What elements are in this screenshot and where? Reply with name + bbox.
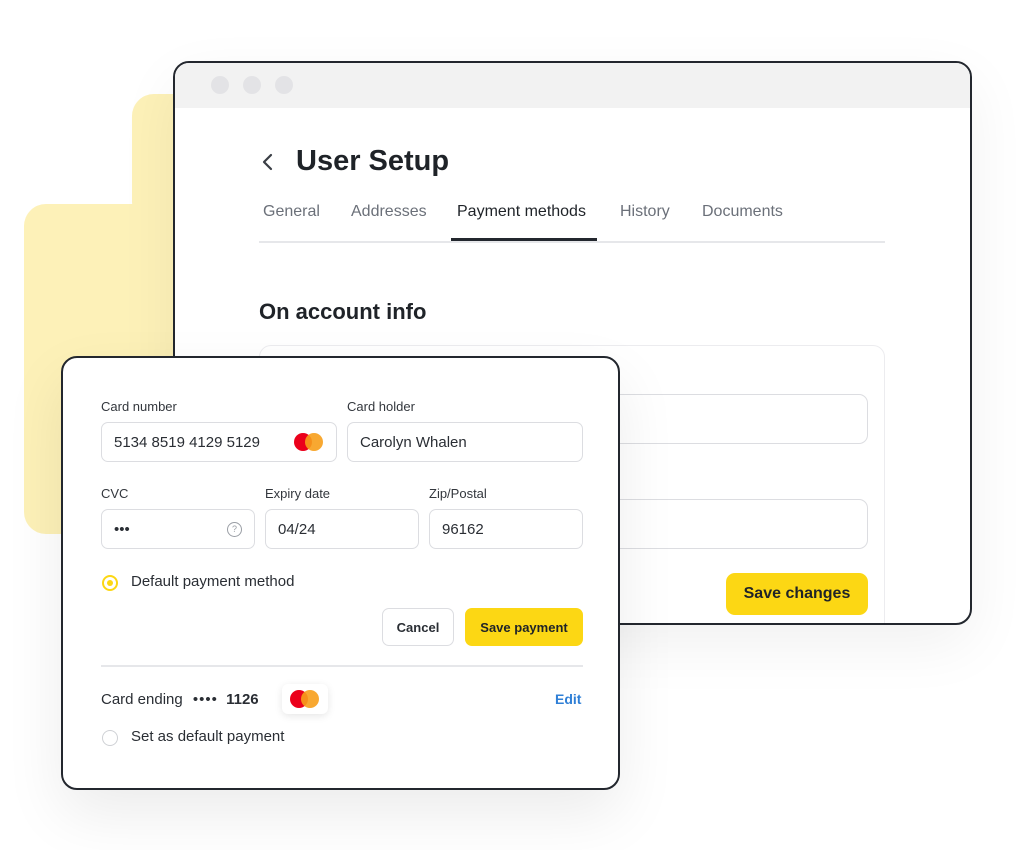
mastercard-icon — [282, 684, 328, 714]
card-holder-label: Card holder — [347, 399, 415, 414]
card-mask: •••• — [192, 691, 218, 708]
zip-postal-value: 96162 — [442, 520, 484, 538]
divider — [101, 665, 583, 667]
default-payment-radio[interactable] — [102, 575, 118, 591]
set-default-radio[interactable] — [102, 730, 118, 746]
default-payment-label: Default payment method — [131, 573, 295, 590]
chevron-left-icon[interactable] — [257, 151, 279, 173]
cvc-label: CVC — [101, 486, 129, 501]
account-info-input[interactable] — [610, 499, 868, 549]
question-circle-icon[interactable]: ? — [227, 521, 242, 537]
tab-general[interactable]: General — [263, 203, 320, 221]
account-info-input[interactable] — [610, 394, 868, 444]
edit-card-link[interactable]: Edit — [555, 691, 581, 707]
expiry-date-input[interactable]: 04/24 — [265, 509, 419, 549]
card-holder-input[interactable]: Carolyn Whalen — [347, 422, 583, 462]
tab-history[interactable]: History — [620, 203, 670, 221]
cancel-button[interactable]: Cancel — [382, 608, 454, 646]
card-last4: 1126 — [226, 691, 259, 708]
window-control-dot[interactable] — [211, 76, 229, 94]
section-title: On account info — [259, 299, 427, 324]
cvc-value: ••• — [114, 520, 130, 538]
zip-postal-input[interactable]: 96162 — [429, 509, 583, 549]
tab-bar: General Addresses Payment methods Histor… — [259, 195, 885, 243]
expiry-date-label: Expiry date — [265, 486, 331, 501]
zip-postal-label: Zip/Postal — [429, 486, 487, 501]
tab-payment-methods[interactable]: Payment methods — [457, 203, 586, 221]
page-title: User Setup — [296, 145, 450, 177]
active-tab-indicator — [451, 238, 597, 241]
card-number-label: Card number — [101, 399, 177, 414]
save-changes-button[interactable]: Save changes — [726, 573, 868, 615]
save-payment-button[interactable]: Save payment — [465, 608, 583, 646]
mastercard-icon — [294, 433, 324, 451]
set-default-label: Set as default payment — [131, 728, 285, 745]
card-number-value: 5134 8519 4129 5129 — [114, 433, 260, 451]
card-holder-value: Carolyn Whalen — [360, 433, 467, 451]
payment-method-card: Card number 5134 8519 4129 5129 Card hol… — [61, 356, 620, 790]
saved-card-summary: Card ending •••• 1126 — [101, 691, 259, 708]
cvc-input[interactable]: ••• ? — [101, 509, 255, 549]
window-control-dot[interactable] — [275, 76, 293, 94]
card-number-input[interactable]: 5134 8519 4129 5129 — [101, 422, 337, 462]
card-ending-label: Card ending — [101, 691, 183, 708]
tab-addresses[interactable]: Addresses — [351, 203, 427, 221]
window-titlebar — [175, 63, 970, 108]
expiry-date-value: 04/24 — [278, 520, 316, 538]
window-control-dot[interactable] — [243, 76, 261, 94]
tab-documents[interactable]: Documents — [702, 203, 783, 221]
